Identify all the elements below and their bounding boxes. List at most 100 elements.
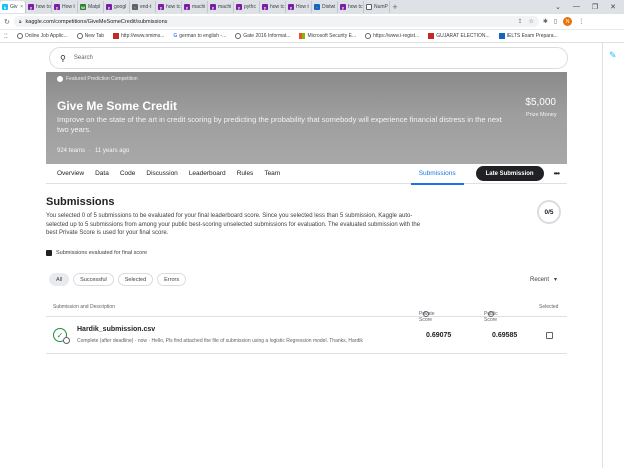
- yahoo-favicon-icon: y: [158, 4, 164, 10]
- browser-tab[interactable]: y how to: [26, 1, 52, 13]
- filter-errors[interactable]: Errors: [157, 273, 187, 286]
- bookmark-label: Microsoft Security E...: [307, 33, 357, 39]
- tab-rules[interactable]: Rules: [237, 170, 254, 177]
- tab-search-icon[interactable]: ⌄: [555, 3, 561, 11]
- divider: [602, 43, 603, 468]
- bookmark-label: german to english -...: [179, 33, 227, 39]
- col-selected: Selected: [539, 304, 559, 310]
- browser-tab[interactable]: y machi: [182, 1, 208, 13]
- browser-tab[interactable]: y How t: [52, 1, 78, 13]
- featured-label: Featured Prediction Competition: [66, 76, 138, 82]
- tab-data[interactable]: Data: [95, 170, 109, 177]
- url-text: kaggle.com/competitions/GiveMeSomeCredit…: [25, 18, 168, 25]
- toolbar-icons: ✱ ▯ N ⋮: [543, 17, 584, 26]
- tab-label: how tc: [166, 4, 181, 10]
- profile-avatar[interactable]: N: [563, 17, 573, 26]
- browser-tab[interactable]: ◦ Distwi: [312, 1, 338, 13]
- bookmark-item[interactable]: http://www.nmims...: [113, 33, 164, 39]
- bookmark-label: GUJARAT ELECTION...: [436, 33, 490, 39]
- browser-tab[interactable]: y pythc: [234, 1, 260, 13]
- prize-label: Prize Money: [526, 112, 557, 119]
- tab-team[interactable]: Team: [264, 170, 280, 177]
- submission-filename[interactable]: Hardik_submission.csv: [77, 326, 155, 333]
- sidepanel-icon[interactable]: ▯: [554, 18, 557, 25]
- tab-overview[interactable]: Overview: [57, 170, 84, 177]
- close-window-button[interactable]: ✕: [610, 3, 616, 11]
- bookmark-item[interactable]: Online Job Applic...: [16, 33, 68, 39]
- prize-label-text: Prize Money: [526, 112, 557, 118]
- info-icon[interactable]: i: [488, 311, 494, 317]
- bookmark-item[interactable]: Ggerman to english -...: [173, 33, 226, 39]
- new-tab-button[interactable]: +: [390, 2, 400, 12]
- sort-dropdown[interactable]: Recent ▾: [530, 276, 558, 284]
- yahoo-favicon-icon: y: [236, 4, 242, 10]
- submission-description: Complete (after deadline) · now · Hello,…: [77, 338, 363, 344]
- kaggle-extension-icon[interactable]: ✎: [609, 50, 621, 62]
- page-title: Submissions: [46, 196, 115, 208]
- browser-tab[interactable]: y how tc: [156, 1, 182, 13]
- yahoo-favicon-icon: y: [106, 4, 112, 10]
- browser-tab[interactable]: y how tc: [260, 1, 286, 13]
- window-controls: ⌄ — ❐ ✕: [555, 3, 624, 11]
- yahoo-favicon-icon: y: [262, 4, 268, 10]
- bookmark-item[interactable]: IELTS Exam Prepara...: [498, 33, 558, 39]
- competition-nav: Overview Data Code Discussion Leaderboar…: [46, 164, 567, 185]
- filter-selected[interactable]: Selected: [117, 273, 154, 286]
- bookmark-item[interactable]: https://www.i-regist...: [365, 33, 419, 39]
- filter-all[interactable]: All: [49, 273, 70, 286]
- bookmark-star-icon[interactable]: ☆: [528, 18, 533, 25]
- search-bar[interactable]: ⚲ Search: [49, 47, 568, 69]
- bookmark-item[interactable]: GUJARAT ELECTION...: [428, 33, 490, 39]
- bookmark-item[interactable]: Gate 2016 Informat...: [235, 33, 290, 39]
- microsoft-icon: [299, 33, 306, 39]
- browser-tab[interactable]: W Matpl: [78, 1, 104, 13]
- share-icon[interactable]: ⇪: [517, 18, 522, 25]
- globe-favicon-icon: ◦: [132, 4, 138, 10]
- tab-discussion[interactable]: Discussion: [146, 170, 177, 177]
- w-favicon-icon: W: [80, 4, 86, 10]
- select-checkbox[interactable]: [546, 332, 553, 339]
- more-options-icon[interactable]: •••: [554, 169, 560, 178]
- info-icon[interactable]: i: [423, 311, 429, 317]
- clock-icon: [63, 337, 70, 344]
- close-tab-icon[interactable]: ×: [20, 4, 23, 10]
- tab-code[interactable]: Code: [120, 170, 136, 177]
- yahoo-favicon-icon: y: [28, 4, 34, 10]
- reload-icon[interactable]: ↻: [4, 18, 10, 26]
- tab-label: pythc: [244, 4, 256, 10]
- browser-tab[interactable]: y machi: [208, 1, 234, 13]
- tab-submissions[interactable]: Submissions: [410, 164, 464, 185]
- competition-age: 11 years ago: [95, 148, 130, 154]
- bookmark-item[interactable]: New Tab: [76, 33, 104, 39]
- menu-kebab-icon[interactable]: ⋮: [578, 18, 584, 25]
- apps-icon[interactable]: ⁚⁚: [4, 33, 8, 40]
- browser-tab[interactable]: NumP: [364, 1, 390, 13]
- browser-tab[interactable]: y googl: [104, 1, 130, 13]
- site-icon: [428, 33, 435, 39]
- featured-tag: Featured Prediction Competition: [57, 76, 138, 82]
- browser-tab[interactable]: ◦ end-t: [130, 1, 156, 13]
- tab-label: Distwi: [322, 4, 336, 10]
- private-score: 0.69075: [426, 332, 452, 339]
- browser-tab[interactable]: y how tc: [338, 1, 364, 13]
- tab-label: How t: [62, 4, 75, 10]
- browser-tab-strip: k Giv × y how to y How t W Matpl y googl ◦ end-…: [0, 0, 624, 14]
- col-submission: Submission and Description: [53, 304, 115, 310]
- late-submission-button[interactable]: Late Submission: [475, 166, 544, 181]
- extensions-icon[interactable]: ✱: [543, 18, 548, 25]
- bookmarks-bar: ⁚⁚ Online Job Applic... New Tab http://w…: [0, 30, 624, 43]
- address-bar-row: ↻ 🔒︎ kaggle.com/competitions/GiveMeSomeC…: [0, 14, 624, 30]
- browser-tab[interactable]: k Giv ×: [0, 1, 26, 13]
- google-icon: G: [173, 33, 178, 39]
- minimize-button[interactable]: —: [573, 3, 580, 11]
- browser-tab[interactable]: y How t: [286, 1, 312, 13]
- caret-down-icon: ▾: [554, 277, 558, 283]
- maximize-button[interactable]: ❐: [592, 3, 598, 11]
- tab-leaderboard[interactable]: Leaderboard: [189, 170, 226, 177]
- lock-icon[interactable]: 🔒︎: [19, 19, 22, 25]
- bookmark-item[interactable]: Microsoft Security E...: [299, 33, 356, 39]
- competition-header: Featured Prediction Competition Give Me …: [46, 72, 567, 164]
- filter-successful[interactable]: Successful: [73, 273, 114, 286]
- url-bar[interactable]: 🔒︎ kaggle.com/competitions/GiveMeSomeCre…: [13, 16, 539, 27]
- globe-icon: [235, 33, 242, 39]
